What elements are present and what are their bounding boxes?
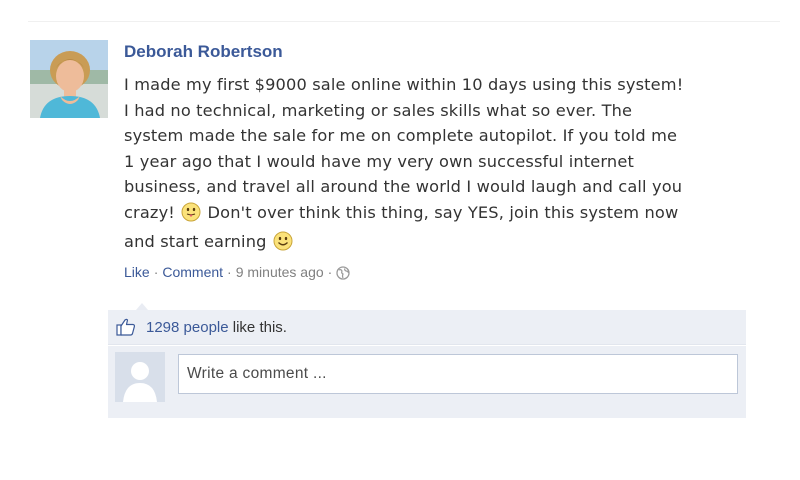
author-avatar[interactable] [30, 40, 108, 118]
likes-count-link[interactable]: 1298 people [146, 319, 229, 336]
like-link[interactable]: Like [124, 264, 150, 280]
post-line-6-start: crazy! [124, 202, 175, 222]
likes-text: 1298 people like this. [146, 319, 287, 336]
post-body: I made my first $9000 sale online within… [124, 72, 764, 259]
post-line: 1 year ago that I would have my very own… [124, 151, 634, 171]
meta-separator: · [327, 264, 333, 280]
tongue-out-emoji-icon [181, 202, 201, 230]
post-line: business, and travel all around the worl… [124, 177, 683, 196]
post-line: crazy! Don't over think this thing, say … [124, 200, 764, 230]
ufi-notch [136, 303, 148, 310]
avatar-photo [30, 40, 108, 118]
post-meta: Like · Comment · 9 minutes ago · [124, 264, 350, 283]
post-timestamp[interactable]: 9 minutes ago [236, 264, 324, 280]
post-line-6-end: Don't over think this thing, say YES, jo… [207, 202, 679, 222]
thumbs-up-icon [116, 318, 136, 340]
default-avatar-icon [115, 352, 165, 402]
author-name-link[interactable]: Deborah Robertson [124, 42, 283, 62]
post-line: and start earning [124, 229, 764, 259]
comment-link[interactable]: Comment [162, 264, 223, 280]
meta-separator: · [227, 264, 232, 280]
post-line: I had no technical, marketing or sales s… [124, 100, 633, 120]
comment-composer [108, 346, 746, 418]
post-line: system made the sale for me on complete … [124, 126, 678, 145]
likes-suffix: like this. [232, 319, 287, 336]
top-divider [28, 21, 780, 22]
smile-emoji-icon [273, 231, 293, 259]
post-line-7: and start earning [124, 232, 267, 251]
post-line: I made my first $9000 sale online within… [124, 75, 684, 94]
globe-icon[interactable] [336, 266, 350, 283]
comment-input[interactable] [178, 354, 738, 394]
likes-summary: 1298 people like this. [108, 310, 746, 345]
meta-separator: · [153, 264, 159, 280]
